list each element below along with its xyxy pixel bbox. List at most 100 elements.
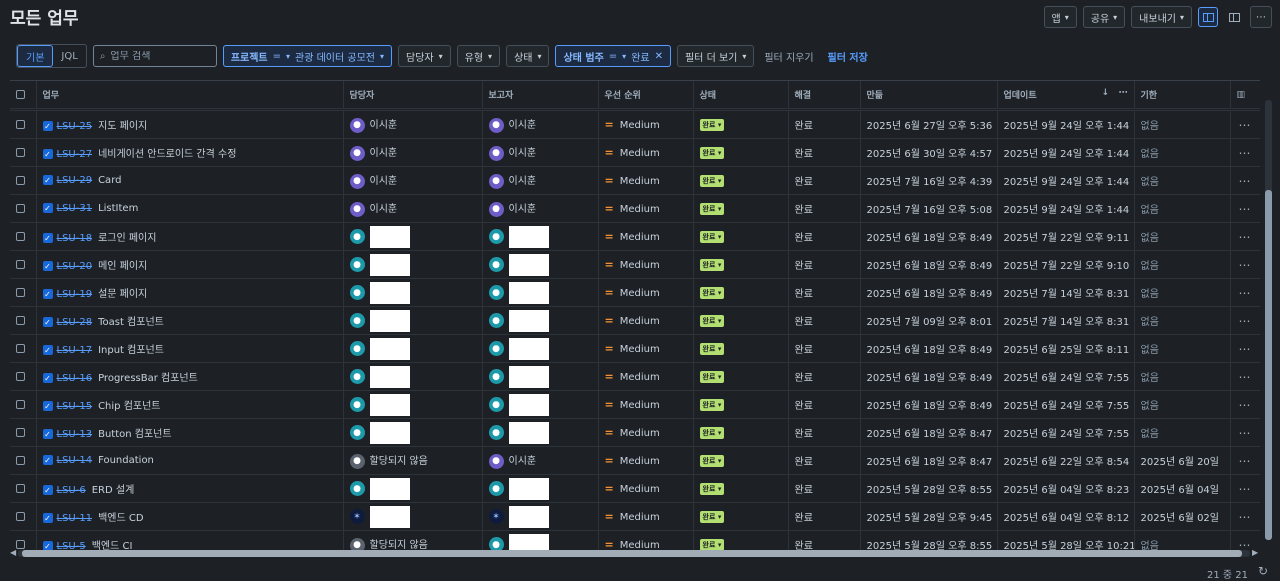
- horizontal-scrollbar[interactable]: [18, 550, 1250, 557]
- row-checkbox[interactable]: [16, 371, 25, 381]
- assignee-cell[interactable]: ●: [343, 222, 483, 251]
- more-icon[interactable]: ⋯: [1119, 88, 1128, 98]
- reporter-cell[interactable]: ●: [482, 222, 599, 251]
- row-checkbox[interactable]: [16, 455, 25, 465]
- status-badge[interactable]: 완료 ▾: [699, 426, 725, 439]
- assignee-cell[interactable]: ●: [343, 390, 483, 419]
- column-header-summary[interactable]: 업무: [36, 81, 344, 109]
- issue-summary[interactable]: 네비게이션 안드로이드 간격 수정: [98, 149, 236, 160]
- row-actions-cell[interactable]: ⋯: [1230, 250, 1260, 279]
- export-button[interactable]: 내보내기 ▾: [1131, 6, 1192, 28]
- table-row[interactable]: ✓ LSU-28 Toast 컴포넌트 ● ● = Medium 완료 ▾ 완료 2025년 7월…: [10, 306, 1260, 335]
- column-header-created[interactable]: 만듦: [860, 81, 998, 109]
- table-row[interactable]: ✓ LSU-14 Foundation ● 할당되지 않음 ● 이시훈 = Medium 완료 ▾…: [10, 446, 1260, 475]
- row-actions-cell[interactable]: ⋯: [1230, 334, 1260, 363]
- issue-summary[interactable]: Card: [98, 175, 121, 186]
- reporter-cell[interactable]: ●: [482, 362, 599, 391]
- status-badge[interactable]: 완료 ▾: [699, 258, 725, 271]
- project-filter[interactable]: 프로젝트 = ▾ 관광 데이터 공모전 ▾: [222, 45, 393, 67]
- row-actions-cell[interactable]: ⋯: [1230, 418, 1260, 447]
- status-badge[interactable]: 완료 ▾: [699, 314, 725, 327]
- column-header-status[interactable]: 상태: [693, 81, 789, 109]
- row-actions-cell[interactable]: ⋯: [1230, 390, 1260, 419]
- priority-cell[interactable]: = Medium: [598, 418, 694, 447]
- row-checkbox[interactable]: [16, 483, 25, 493]
- row-checkbox[interactable]: [16, 399, 25, 409]
- column-header-due[interactable]: 기한: [1134, 81, 1231, 109]
- issue-key-link[interactable]: LSU-27: [57, 149, 93, 160]
- share-button[interactable]: 공유 ▾: [1082, 6, 1126, 28]
- row-checkbox[interactable]: [16, 539, 25, 549]
- reporter-cell[interactable]: ●: [482, 390, 599, 419]
- issue-summary[interactable]: Input 컴포넌트: [98, 345, 164, 356]
- priority-cell[interactable]: = Medium: [598, 278, 694, 307]
- reporter-cell[interactable]: ●: [482, 250, 599, 279]
- issue-summary[interactable]: ListItem: [98, 203, 138, 214]
- more-filters-button[interactable]: 필터 더 보기 ▾: [676, 45, 755, 67]
- clear-filters-link[interactable]: 필터 지우기: [760, 49, 817, 64]
- status-badge[interactable]: 완료 ▾: [699, 286, 725, 299]
- jql-mode-tab[interactable]: JQL: [53, 45, 85, 67]
- column-header-assignee[interactable]: 담당자: [343, 81, 483, 109]
- reporter-cell[interactable]: ✶: [482, 502, 599, 531]
- status-badge[interactable]: 완료 ▾: [699, 454, 725, 467]
- assignee-cell[interactable]: ●: [343, 278, 483, 307]
- priority-cell[interactable]: = Medium: [598, 306, 694, 335]
- priority-cell[interactable]: = Medium: [598, 250, 694, 279]
- status-badge[interactable]: 완료 ▾: [699, 510, 725, 523]
- priority-cell[interactable]: = Medium: [598, 166, 694, 195]
- assignee-filter[interactable]: 담당자 ▾: [398, 45, 451, 67]
- row-checkbox[interactable]: [16, 259, 25, 269]
- status-badge[interactable]: 완료 ▾: [699, 174, 725, 187]
- priority-cell[interactable]: = Medium: [598, 530, 694, 552]
- priority-cell[interactable]: = Medium: [598, 110, 694, 139]
- more-actions-button[interactable]: ⋯: [1250, 6, 1272, 28]
- row-checkbox[interactable]: [16, 315, 25, 325]
- horizontal-scroll-thumb[interactable]: [22, 550, 1242, 557]
- assignee-cell[interactable]: ● 할당되지 않음: [343, 446, 483, 475]
- issue-summary[interactable]: ERD 설계: [92, 485, 135, 496]
- issue-summary[interactable]: ProgressBar 컴포넌트: [98, 373, 198, 384]
- row-actions-cell[interactable]: ⋯: [1230, 306, 1260, 335]
- priority-cell[interactable]: = Medium: [598, 138, 694, 167]
- vertical-scrollbar[interactable]: [1265, 100, 1272, 540]
- issue-key-link[interactable]: LSU-16: [57, 373, 93, 384]
- table-row[interactable]: ✓ LSU-13 Button 컴포넌트 ● ● = Medium 완료 ▾ 완료 2025년 6…: [10, 418, 1260, 447]
- priority-cell[interactable]: = Medium: [598, 194, 694, 223]
- issue-key-link[interactable]: LSU-28: [57, 317, 93, 328]
- row-checkbox[interactable]: [16, 119, 25, 129]
- status-badge[interactable]: 완료 ▾: [699, 482, 725, 495]
- status-badge[interactable]: 완료 ▾: [699, 342, 725, 355]
- issue-summary[interactable]: Toast 컴포넌트: [98, 317, 164, 328]
- row-actions-cell[interactable]: ⋯: [1230, 446, 1260, 475]
- row-actions-cell[interactable]: ⋯: [1230, 194, 1260, 223]
- issue-key-link[interactable]: LSU-14: [57, 455, 93, 466]
- assignee-cell[interactable]: ●: [343, 362, 483, 391]
- table-row[interactable]: ✓ LSU-16 ProgressBar 컴포넌트 ● ● = Medium 완료 ▾ 완료 20…: [10, 362, 1260, 391]
- assignee-cell[interactable]: ●: [343, 306, 483, 335]
- assignee-cell[interactable]: ●: [343, 418, 483, 447]
- type-filter[interactable]: 유형 ▾: [456, 45, 501, 67]
- reporter-cell[interactable]: ●: [482, 530, 599, 552]
- reporter-cell[interactable]: ●: [482, 306, 599, 335]
- assignee-cell[interactable]: ●: [343, 250, 483, 279]
- reporter-cell[interactable]: ●: [482, 278, 599, 307]
- assignee-cell[interactable]: ● 이시훈: [343, 166, 483, 195]
- status-badge[interactable]: 완료 ▾: [699, 538, 725, 551]
- table-row[interactable]: ✓ LSU-15 Chip 컴포넌트 ● ● = Medium 완료 ▾ 완료 2025년 6월 …: [10, 390, 1260, 419]
- table-row[interactable]: ✓ LSU-25 지도 페이지 ● 이시훈 ● 이시훈 = Medium 완료 ▾ 완료 2025년 …: [10, 110, 1260, 139]
- priority-cell[interactable]: = Medium: [598, 390, 694, 419]
- row-actions-cell[interactable]: ⋯: [1230, 138, 1260, 167]
- reporter-cell[interactable]: ● 이시훈: [482, 110, 599, 139]
- priority-cell[interactable]: = Medium: [598, 502, 694, 531]
- status-badge[interactable]: 완료 ▾: [699, 370, 725, 383]
- row-checkbox[interactable]: [16, 427, 25, 437]
- column-header-resolution[interactable]: 해결: [788, 81, 861, 109]
- priority-cell[interactable]: = Medium: [598, 222, 694, 251]
- column-header-updated[interactable]: 업데이트 ↓ ⋯: [997, 81, 1135, 109]
- table-row[interactable]: ✓ LSU-19 설문 페이지 ● ● = Medium 완료 ▾ 완료 2025년 6월 18일…: [10, 278, 1260, 307]
- assignee-cell[interactable]: ●: [343, 474, 483, 503]
- issue-key-link[interactable]: LSU-13: [57, 429, 93, 440]
- priority-cell[interactable]: = Medium: [598, 474, 694, 503]
- issue-summary[interactable]: Button 컴포넌트: [98, 429, 171, 440]
